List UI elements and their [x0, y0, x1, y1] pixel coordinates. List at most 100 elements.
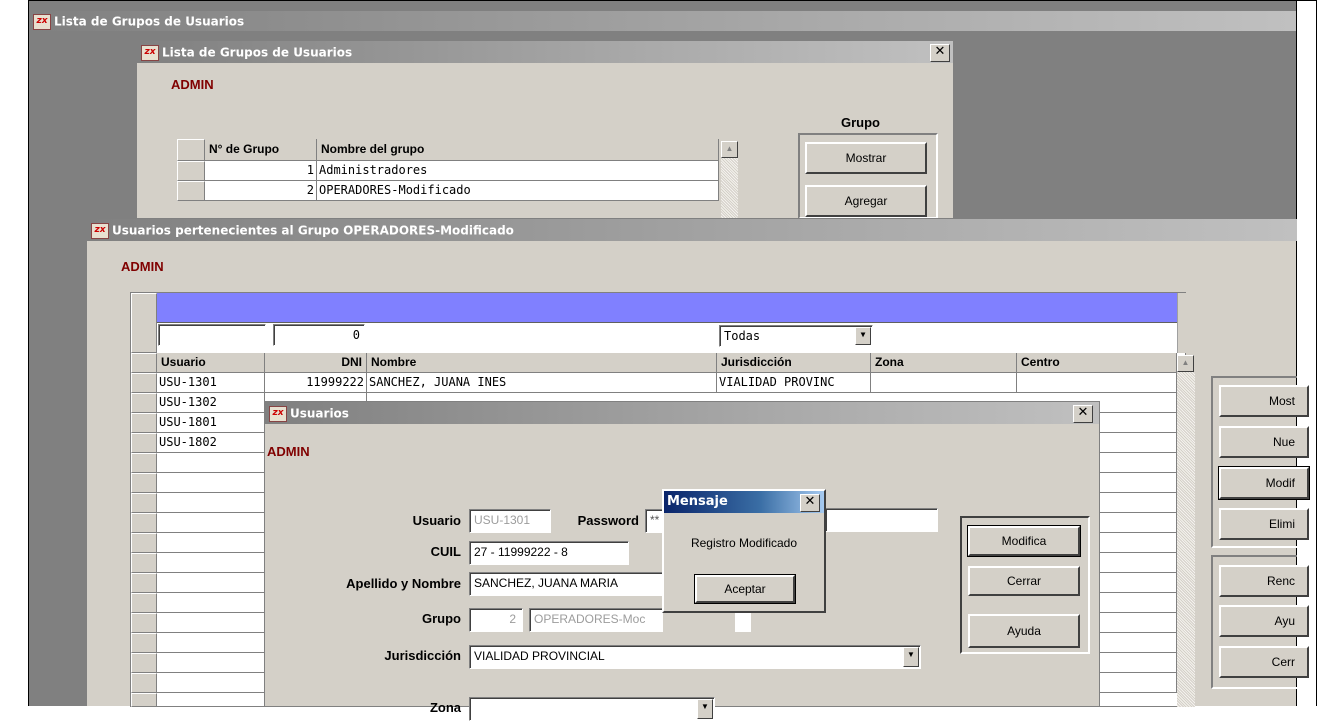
group-number-cell[interactable]: 2	[205, 181, 317, 201]
column-header-group-number[interactable]: N° de Grupo	[205, 139, 317, 161]
filter-dni-input[interactable]: 0	[273, 324, 365, 346]
empty-cell[interactable]	[157, 513, 265, 533]
row-selector[interactable]	[131, 373, 157, 393]
outer-window-titlebar[interactable]: zx Lista de Grupos de Usuarios	[29, 11, 1296, 31]
grupo-number-field[interactable]: 2	[469, 608, 523, 632]
chevron-down-icon[interactable]: ▼	[855, 327, 871, 345]
user-id-cell[interactable]: USU-1302	[157, 393, 265, 413]
row-selector[interactable]	[131, 393, 157, 413]
empty-cell[interactable]	[1099, 533, 1177, 553]
filter-user-input[interactable]	[158, 324, 266, 346]
grupo-name-field[interactable]: OPERADORES-Moc	[529, 608, 663, 632]
name-cell[interactable]: SANCHEZ, JUANA INES	[367, 373, 717, 393]
empty-cell[interactable]	[157, 493, 265, 513]
empty-cell[interactable]	[157, 653, 265, 673]
empty-cell[interactable]	[1099, 513, 1177, 533]
empty-cell[interactable]	[1099, 673, 1177, 693]
empty-cell[interactable]	[157, 613, 265, 633]
modify-member-button[interactable]: Modif	[1218, 466, 1310, 500]
empty-cell[interactable]	[157, 593, 265, 613]
column-header-jurisdiccion[interactable]: Jurisdicción	[717, 353, 871, 373]
scroll-up-icon[interactable]: ▲	[721, 141, 738, 158]
members-table-scrollbar[interactable]	[1177, 293, 1196, 353]
aceptar-button[interactable]: Aceptar	[694, 574, 796, 604]
close-button[interactable]: Cerr	[1219, 646, 1309, 678]
groups-scrollbar[interactable]	[721, 158, 738, 218]
row-selector[interactable]	[131, 633, 157, 653]
row-selector[interactable]	[131, 433, 157, 453]
close-icon[interactable]: ✕	[800, 494, 820, 512]
column-header-group-name[interactable]: Nombre del grupo	[317, 139, 719, 161]
chevron-down-icon[interactable]: ▼	[697, 699, 713, 719]
column-header-centro[interactable]: Centro	[1017, 353, 1177, 373]
center-cell[interactable]	[1017, 373, 1177, 393]
help-button[interactable]: Ayu	[1219, 605, 1309, 637]
empty-cell[interactable]	[1099, 653, 1177, 673]
empty-cell[interactable]	[1099, 613, 1177, 633]
row-selector[interactable]	[131, 473, 157, 493]
column-header-dni[interactable]: DNI	[265, 353, 367, 373]
add-group-button[interactable]: Agregar	[805, 185, 927, 217]
empty-cell[interactable]	[1099, 433, 1177, 453]
empty-cell[interactable]	[1099, 473, 1177, 493]
empty-cell[interactable]	[157, 553, 265, 573]
row-selector[interactable]	[131, 413, 157, 433]
empty-cell[interactable]	[1099, 453, 1177, 473]
user-id-cell[interactable]: USU-1801	[157, 413, 265, 433]
column-header-zona[interactable]: Zona	[871, 353, 1017, 373]
empty-cell[interactable]	[157, 453, 265, 473]
cerrar-button[interactable]: Cerrar	[968, 566, 1080, 596]
row-selector[interactable]	[131, 453, 157, 473]
scroll-up-icon[interactable]: ▲	[1177, 355, 1194, 372]
row-selector[interactable]	[131, 493, 157, 513]
group-number-cell[interactable]: 1	[205, 161, 317, 181]
user-id-cell[interactable]: USU-1301	[157, 373, 265, 393]
filter-jurisdiction-select[interactable]: Todas ▼	[719, 325, 873, 347]
empty-cell[interactable]	[1099, 493, 1177, 513]
user-window-titlebar[interactable]: zx Usuarios	[265, 402, 1099, 424]
row-selector[interactable]	[131, 513, 157, 533]
empty-cell[interactable]	[1099, 633, 1177, 653]
new-member-button[interactable]: Nue	[1219, 426, 1309, 458]
zona-select[interactable]: ▼	[469, 697, 715, 721]
row-selector[interactable]	[131, 593, 157, 613]
row-selector[interactable]	[131, 673, 157, 693]
row-selector[interactable]	[131, 693, 157, 707]
jurisdiction-cell[interactable]: VIALIDAD PROVINC	[717, 373, 871, 393]
render-button[interactable]: Renc	[1219, 565, 1309, 597]
usuario-field[interactable]: USU-1301	[469, 509, 551, 533]
close-icon[interactable]: ✕	[930, 44, 950, 62]
empty-cell[interactable]	[157, 633, 265, 653]
show-group-button[interactable]: Mostrar	[805, 142, 927, 174]
row-selector[interactable]	[131, 613, 157, 633]
empty-cell[interactable]	[1099, 553, 1177, 573]
modifica-button[interactable]: Modifica	[967, 525, 1081, 557]
row-selector[interactable]	[177, 181, 205, 201]
zone-cell[interactable]	[871, 373, 1017, 393]
close-icon[interactable]: ✕	[1073, 405, 1093, 423]
empty-cell[interactable]	[1099, 573, 1177, 593]
user-id-cell[interactable]: USU-1802	[157, 433, 265, 453]
row-selector[interactable]	[177, 161, 205, 181]
column-header-usuario[interactable]: Usuario	[157, 353, 265, 373]
cuil-field[interactable]: 27 - 11999222 - 8	[469, 541, 629, 565]
empty-cell[interactable]	[157, 673, 265, 693]
empty-cell[interactable]	[157, 473, 265, 493]
delete-member-button[interactable]: Elimi	[1219, 508, 1309, 540]
groups-window-titlebar[interactable]: zx Lista de Grupos de Usuarios	[137, 41, 953, 63]
row-selector[interactable]	[131, 533, 157, 553]
row-selector[interactable]	[131, 653, 157, 673]
ayuda-button[interactable]: Ayuda	[968, 614, 1080, 648]
group-name-cell[interactable]: OPERADORES-Modificado	[317, 181, 719, 201]
chevron-down-icon[interactable]: ▼	[903, 647, 919, 667]
row-selector[interactable]	[131, 553, 157, 573]
password-field-tail[interactable]	[825, 508, 938, 532]
empty-cell[interactable]	[157, 533, 265, 553]
members-window-titlebar[interactable]: zx Usuarios pertenecientes al Grupo OPERA…	[87, 219, 1297, 241]
apellido-nombre-field[interactable]: SANCHEZ, JUANA MARIA	[469, 572, 665, 596]
empty-cell[interactable]	[157, 573, 265, 593]
jurisdiccion-select[interactable]: VIALIDAD PROVINCIAL ▼	[469, 645, 921, 669]
empty-cell[interactable]	[1099, 393, 1177, 413]
group-name-cell[interactable]: Administradores	[317, 161, 719, 181]
show-member-button[interactable]: Most	[1219, 385, 1309, 417]
